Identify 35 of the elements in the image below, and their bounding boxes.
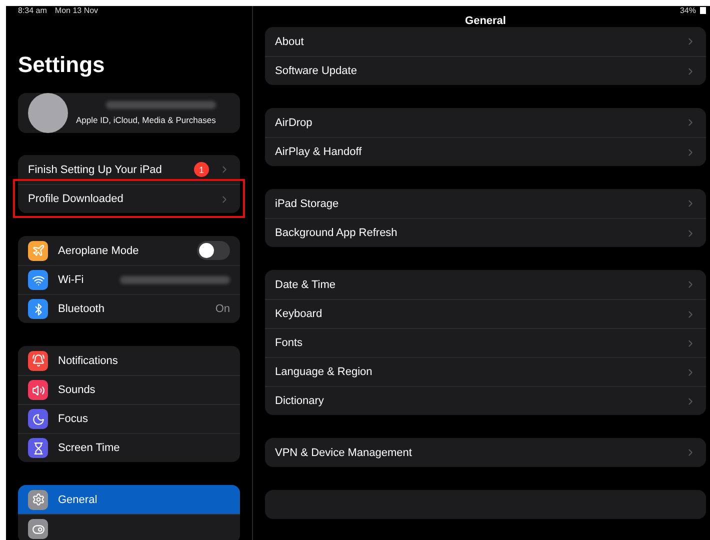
settings-row[interactable]: VPN & Device Management: [265, 438, 706, 467]
settings-row[interactable]: Keyboard: [265, 299, 706, 328]
settings-row[interactable]: Fonts: [265, 328, 706, 357]
sidebar-item[interactable]: Aeroplane Mode: [18, 236, 240, 265]
settings-row[interactable]: Language & Region: [265, 357, 706, 386]
sidebar-item[interactable]: Focus: [18, 404, 240, 433]
sidebar-item[interactable]: Finish Setting Up Your iPad 1: [18, 155, 240, 184]
sidebar-item[interactable]: General: [18, 485, 240, 514]
settings-row[interactable]: Software Update: [265, 56, 706, 85]
sidebar-title: Settings: [18, 52, 106, 78]
settings-row[interactable]: iPad Storage: [265, 189, 706, 218]
account-subtitle: Apple ID, iCloud, Media & Purchases: [76, 115, 216, 125]
sidebar-item[interactable]: Wi-Fi: [18, 265, 240, 294]
settings-row[interactable]: Background App Refresh: [265, 218, 706, 247]
sidebar-item[interactable]: [18, 514, 240, 540]
battery-icon: [700, 7, 706, 14]
status-date: Mon 13 Nov: [54, 6, 98, 15]
battery-percentage: 34%: [680, 6, 696, 15]
settings-row[interactable]: Date & Time: [265, 270, 706, 299]
account-card[interactable]: Apple ID, iCloud, Media & Purchases: [18, 93, 240, 133]
sidebar-item[interactable]: Notifications: [18, 346, 240, 375]
sidebar-item[interactable]: Screen Time: [18, 433, 240, 462]
sidebar-item[interactable]: Profile Downloaded: [18, 184, 240, 213]
notification-badge: 1: [194, 162, 209, 177]
toggle-switch[interactable]: [197, 241, 230, 260]
status-time: 8:34 am: [18, 6, 47, 15]
avatar: [28, 93, 68, 133]
sidebar-item[interactable]: Bluetooth On: [18, 294, 240, 323]
sidebar-item[interactable]: Sounds: [18, 375, 240, 404]
page-title: General: [464, 15, 507, 27]
settings-row[interactable]: AirDrop: [265, 108, 706, 137]
settings-row[interactable]: AirPlay & Handoff: [265, 137, 706, 166]
settings-row[interactable]: Dictionary: [265, 386, 706, 415]
settings-row[interactable]: About: [265, 27, 706, 56]
setting-value: On: [215, 303, 230, 315]
